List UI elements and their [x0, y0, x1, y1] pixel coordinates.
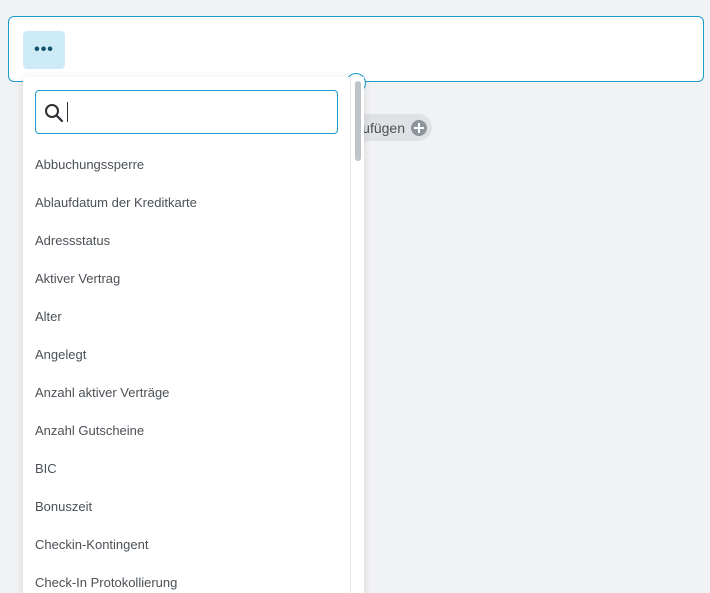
list-item[interactable]: Aktiver Vertrag [23, 260, 350, 298]
list-item[interactable]: Abbuchungssperre [23, 146, 350, 184]
search-input[interactable] [67, 99, 329, 125]
list-item[interactable]: Alter [23, 298, 350, 336]
list-item[interactable]: BIC [23, 450, 350, 488]
add-filter-label: ufügen [362, 119, 405, 136]
more-options-button[interactable]: ••• [23, 31, 65, 69]
list-item[interactable]: Anzahl Gutscheine [23, 412, 350, 450]
list-item[interactable]: Check-In Protokollierung [23, 564, 350, 593]
search-icon [45, 104, 64, 123]
list-item[interactable]: Checkin-Kontingent [23, 526, 350, 564]
field-dropdown: Abbuchungssperre Ablaufdatum der Kreditk… [23, 77, 364, 593]
scrollbar[interactable] [350, 77, 364, 593]
list-item[interactable]: Ablaufdatum der Kreditkarte [23, 184, 350, 222]
list-item[interactable]: Bonuszeit [23, 488, 350, 526]
search-field[interactable] [35, 90, 338, 134]
option-list: Abbuchungssperre Ablaufdatum der Kreditk… [23, 146, 350, 593]
list-item[interactable]: Adressstatus [23, 222, 350, 260]
text-cursor [67, 102, 68, 122]
list-item[interactable]: Anzahl aktiver Verträge [23, 374, 350, 412]
list-item[interactable]: Angelegt [23, 336, 350, 374]
scrollbar-thumb[interactable] [355, 81, 361, 161]
add-filter-button[interactable]: ufügen [352, 114, 432, 141]
plus-circle-icon [411, 119, 427, 136]
